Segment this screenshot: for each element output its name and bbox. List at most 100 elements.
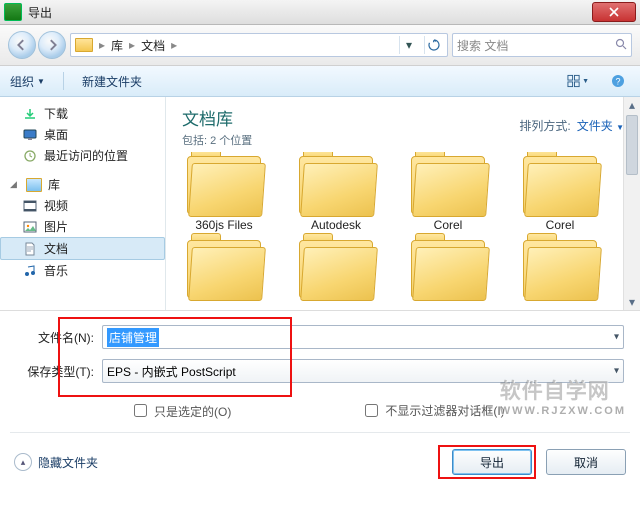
folder-icon <box>299 240 373 298</box>
sidebar: 下载 桌面 最近访问的位置 ◢库 视频 图片 文档 音乐 <box>0 97 166 310</box>
view-icon <box>567 74 580 88</box>
folder-icon <box>523 156 597 214</box>
window-title: 导出 <box>28 4 592 21</box>
scroll-down-icon[interactable]: ▾ <box>624 294 640 310</box>
folder-item[interactable] <box>398 234 498 298</box>
tree-item-desktop[interactable]: 桌面 <box>0 124 165 145</box>
scroll-up-icon[interactable]: ▴ <box>624 97 640 113</box>
breadcrumb-root[interactable]: 库 <box>111 37 123 54</box>
arrow-right-icon <box>46 39 58 51</box>
folder-item[interactable]: Corel <box>398 156 498 232</box>
content-area: 文档库 包括: 2 个位置 排列方式: 文件夹 ▼ 360js Files Au… <box>166 97 640 310</box>
chevron-right-icon: ▸ <box>129 38 135 52</box>
back-button[interactable] <box>8 31 36 59</box>
breadcrumb-current[interactable]: 文档 <box>141 37 165 54</box>
refresh-icon <box>428 39 440 51</box>
filetype-label: 保存类型(T): <box>16 363 94 380</box>
checkbox-input[interactable] <box>365 404 378 417</box>
chevron-down-icon[interactable]: ▾ <box>614 332 619 343</box>
folder-grid[interactable]: 360js Files Autodesk Corel Corel <box>166 152 640 310</box>
filename-row: 文件名(N): 店铺管理 ▾ <box>16 325 624 349</box>
refresh-button[interactable] <box>424 36 443 54</box>
scroll-thumb[interactable] <box>626 115 638 175</box>
chevron-right-icon: ▸ <box>171 38 177 52</box>
library-icon <box>26 178 42 192</box>
folder-item[interactable] <box>286 234 386 298</box>
music-icon <box>23 264 37 278</box>
address-dropdown[interactable]: ▾ <box>399 36 418 54</box>
export-label: 导出 <box>480 454 504 471</box>
nav-buttons <box>8 31 66 59</box>
filetype-value: EPS - 内嵌式 PostScript <box>107 363 236 380</box>
tree-item-music[interactable]: 音乐 <box>0 260 165 281</box>
folder-icon <box>411 240 485 298</box>
expand-icon[interactable]: ◢ <box>10 179 20 190</box>
selected-only-checkbox[interactable]: 只是选定的(O) <box>130 403 231 420</box>
folder-item[interactable] <box>174 234 274 298</box>
folder-icon <box>187 156 261 214</box>
search-placeholder: 搜索 文档 <box>457 37 508 54</box>
cancel-label: 取消 <box>574 454 598 471</box>
folder-item[interactable]: Corel <box>510 156 610 232</box>
export-button[interactable]: 导出 <box>452 449 532 475</box>
vertical-scrollbar[interactable]: ▴ ▾ <box>623 97 640 310</box>
filetype-row: 保存类型(T): EPS - 内嵌式 PostScript ▾ <box>16 359 624 383</box>
tree-item-pictures[interactable]: 图片 <box>0 216 165 237</box>
download-icon <box>23 107 37 121</box>
tree-item-documents[interactable]: 文档 <box>0 237 165 260</box>
folder-icon <box>523 240 597 298</box>
tree-label: 最近访问的位置 <box>44 147 128 164</box>
arrange-value[interactable]: 文件夹 ▼ <box>577 117 624 134</box>
arrange-by: 排列方式: 文件夹 ▼ <box>519 105 624 134</box>
folder-icon <box>299 156 373 214</box>
search-icon <box>615 38 627 53</box>
arrow-left-icon <box>16 39 28 51</box>
selected-only-label: 只是选定的(O) <box>154 403 231 420</box>
organize-label: 组织 <box>10 73 34 90</box>
filetype-select[interactable]: EPS - 内嵌式 PostScript ▾ <box>102 359 624 383</box>
tree-item-downloads[interactable]: 下载 <box>0 103 165 124</box>
filename-value: 店铺管理 <box>107 328 159 347</box>
new-folder-button[interactable]: 新建文件夹 <box>82 73 142 90</box>
help-button[interactable]: ? <box>606 69 630 93</box>
svg-text:?: ? <box>615 77 620 87</box>
hide-folders-toggle[interactable]: ▴ 隐藏文件夹 <box>14 453 98 471</box>
organize-button[interactable]: 组织 ▼ <box>10 73 45 90</box>
main-area: 下载 桌面 最近访问的位置 ◢库 视频 图片 文档 音乐 文档库 包括: 2 个… <box>0 97 640 311</box>
no-filter-dialog-checkbox[interactable]: 不显示过滤器对话框(I) <box>361 403 504 420</box>
arrange-label: 排列方式: <box>519 117 570 134</box>
tree-item-libraries[interactable]: ◢库 <box>0 174 165 195</box>
tree-item-videos[interactable]: 视频 <box>0 195 165 216</box>
tree-label: 库 <box>48 176 60 193</box>
filename-input[interactable]: 店铺管理 ▾ <box>102 325 624 349</box>
no-filter-dialog-label: 不显示过滤器对话框(I) <box>385 403 504 419</box>
save-panel: 文件名(N): 店铺管理 ▾ 保存类型(T): EPS - 内嵌式 PostSc… <box>0 311 640 403</box>
chevron-right-icon: ▸ <box>99 38 105 52</box>
folder-icon <box>411 156 485 214</box>
folder-item[interactable]: Autodesk <box>286 156 386 232</box>
chevron-down-icon[interactable]: ▾ <box>614 366 619 377</box>
folder-label: Autodesk <box>311 218 361 232</box>
view-button[interactable]: ▼ <box>566 69 590 93</box>
document-icon <box>24 242 36 256</box>
options-row: 只是选定的(O) 不显示过滤器对话框(I) <box>0 403 640 428</box>
tree-item-recent[interactable]: 最近访问的位置 <box>0 145 165 166</box>
annotation-highlight: 导出 <box>438 445 536 479</box>
folder-item[interactable]: 360js Files <box>174 156 274 232</box>
video-icon <box>23 200 37 212</box>
forward-button[interactable] <box>38 31 66 59</box>
tree-label: 视频 <box>44 197 68 214</box>
cancel-button[interactable]: 取消 <box>546 449 626 475</box>
toolbar: 组织 ▼ 新建文件夹 ▼ ? <box>0 66 640 97</box>
checkbox-input[interactable] <box>134 404 147 417</box>
filename-label: 文件名(N): <box>16 329 94 346</box>
chevron-down-icon: ▼ <box>37 77 45 86</box>
search-input[interactable]: 搜索 文档 <box>452 33 632 57</box>
nav-row: ▸ 库 ▸ 文档 ▸ ▾ 搜索 文档 <box>0 25 640 66</box>
address-bar[interactable]: ▸ 库 ▸ 文档 ▸ ▾ <box>70 33 448 57</box>
divider <box>10 432 630 433</box>
close-button[interactable] <box>592 2 636 22</box>
close-icon <box>609 7 619 17</box>
folder-item[interactable] <box>510 234 610 298</box>
library-subtitle[interactable]: 包括: 2 个位置 <box>182 132 252 148</box>
